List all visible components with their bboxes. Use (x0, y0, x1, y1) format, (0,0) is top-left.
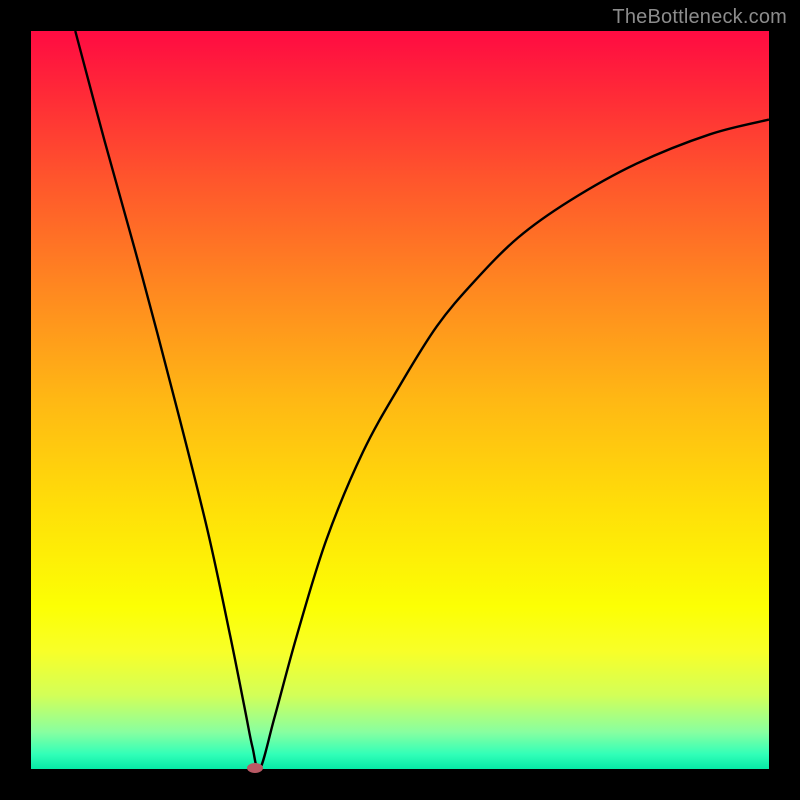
bottleneck-curve (31, 31, 769, 769)
watermark-label: TheBottleneck.com (612, 6, 787, 29)
minimum-marker (247, 763, 263, 773)
chart-frame: TheBottleneck.com (0, 0, 800, 800)
